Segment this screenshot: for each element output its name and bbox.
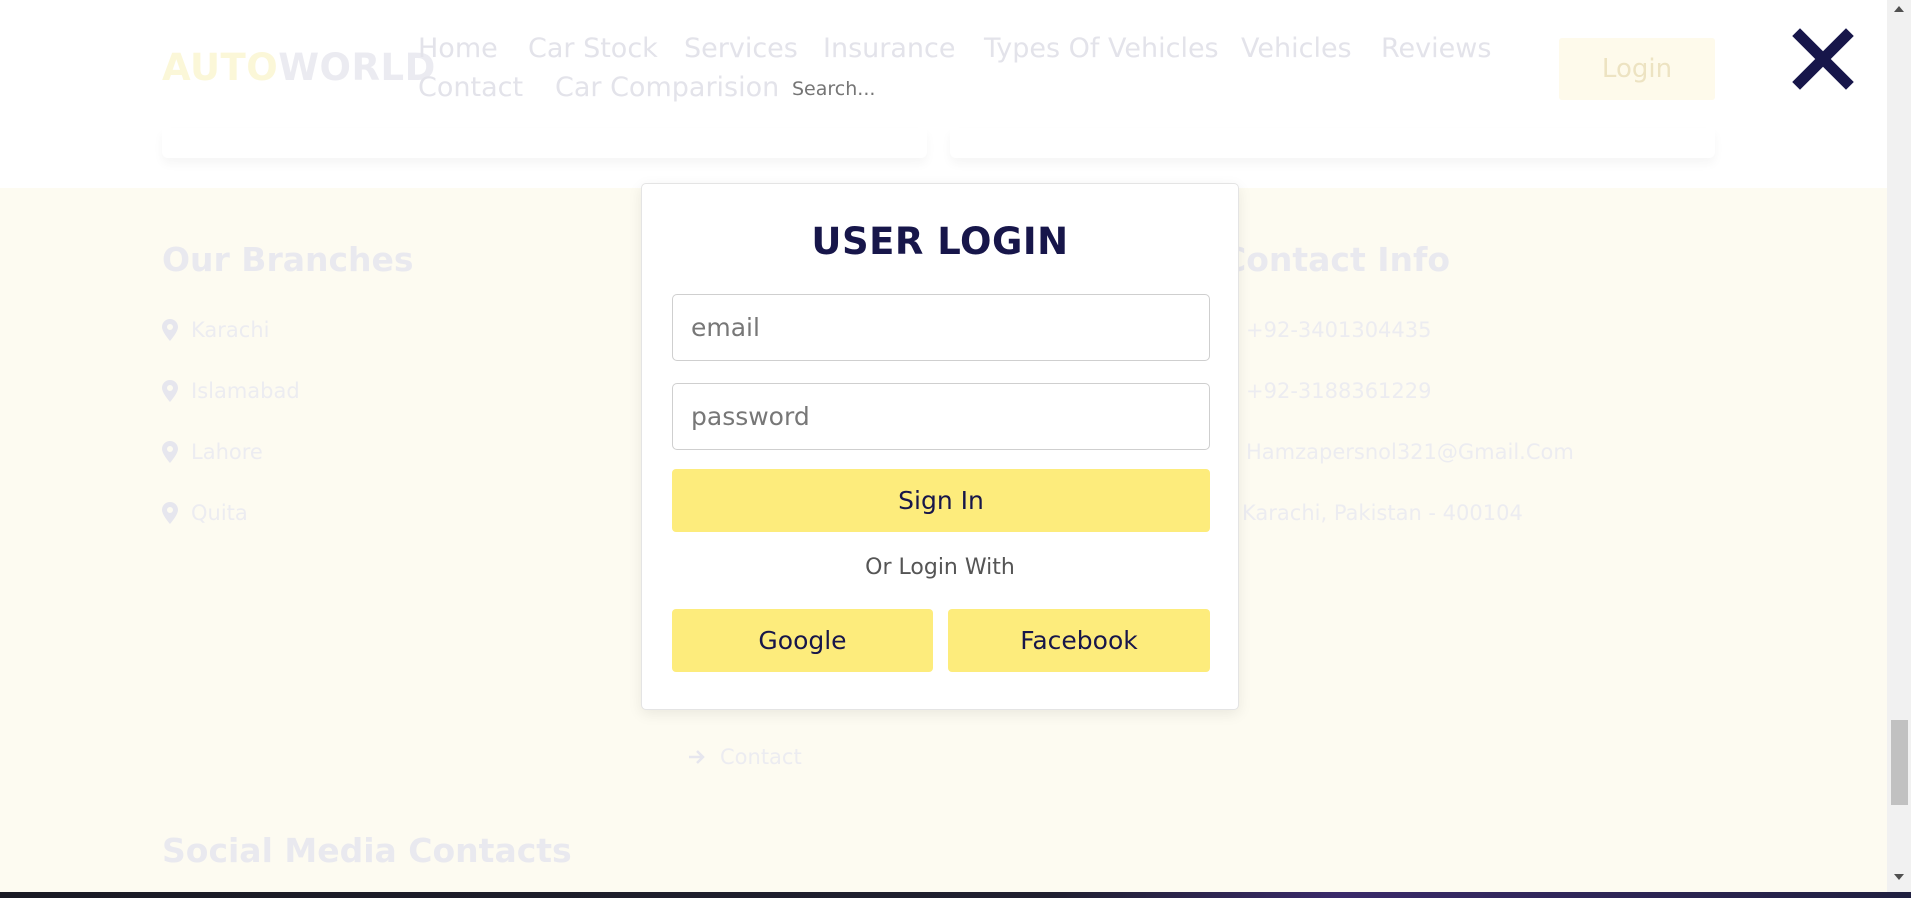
nav-services[interactable]: Services <box>684 33 798 64</box>
scroll-up-arrow-icon[interactable] <box>1894 6 1904 12</box>
map-pin-icon <box>162 380 178 402</box>
branch-item[interactable]: Quita <box>162 501 248 525</box>
or-login-with-text: Or Login With <box>865 555 1015 580</box>
contact-info-title: Contact Info <box>1222 240 1451 279</box>
site-logo[interactable]: AUTOWORLD <box>162 46 436 89</box>
password-field[interactable] <box>672 383 1210 450</box>
vertical-scrollbar[interactable] <box>1887 0 1911 892</box>
nav-home[interactable]: Home <box>418 33 498 64</box>
scroll-thumb[interactable] <box>1891 720 1908 805</box>
facebook-login-button[interactable]: Facebook <box>948 609 1210 672</box>
nav-reviews[interactable]: Reviews <box>1381 33 1491 64</box>
google-login-button[interactable]: Google <box>672 609 933 672</box>
branch-label: Quita <box>191 501 248 525</box>
site-header: AUTOWORLD Home Car Stock Services Insura… <box>0 0 1887 188</box>
scroll-down-arrow-icon[interactable] <box>1894 874 1904 880</box>
arrow-right-icon <box>689 750 705 764</box>
header-login-button[interactable]: Login <box>1559 38 1715 100</box>
branch-item[interactable]: Islamabad <box>162 379 300 403</box>
card-bottom-edge <box>162 128 927 158</box>
sign-in-button[interactable]: Sign In <box>672 469 1210 532</box>
branch-label: Islamabad <box>191 379 300 403</box>
login-modal: USER LOGIN Sign In Or Login With Google … <box>641 183 1239 710</box>
taskbar-edge <box>0 892 1911 898</box>
nav-contact[interactable]: Contact <box>418 72 523 103</box>
contact-address: Karachi, Pakistan - 400104 <box>1242 501 1523 525</box>
footer-link-contact[interactable]: Contact <box>688 745 802 769</box>
nav-insurance[interactable]: Insurance <box>823 33 955 64</box>
footer-link-label: Contact <box>720 745 802 769</box>
nav-car-stock[interactable]: Car Stock <box>528 33 658 64</box>
social-media-title: Social Media Contacts <box>162 831 572 870</box>
contact-email[interactable]: Hamzapersnol321@Gmail.Com <box>1246 440 1574 464</box>
branch-item[interactable]: Lahore <box>162 440 263 464</box>
contact-phone-2[interactable]: +92-3188361229 <box>1246 379 1432 403</box>
branches-title: Our Branches <box>162 240 414 279</box>
branch-label: Karachi <box>191 318 270 342</box>
modal-title: USER LOGIN <box>811 220 1069 263</box>
nav-car-comparision[interactable]: Car Comparision <box>555 72 779 103</box>
nav-vehicles[interactable]: Vehicles <box>1241 33 1352 64</box>
nav-types-of-vehicles[interactable]: Types Of Vehicles <box>984 33 1219 64</box>
map-pin-icon <box>162 502 178 524</box>
branch-item[interactable]: Karachi <box>162 318 269 342</box>
card-bottom-edge <box>950 128 1715 158</box>
contact-phone-1[interactable]: +92-3401304435 <box>1246 318 1432 342</box>
search-input[interactable] <box>792 78 932 100</box>
map-pin-icon <box>162 441 178 463</box>
logo-auto: AUTO <box>162 46 279 89</box>
map-pin-icon <box>162 319 178 341</box>
logo-world: WORLD <box>278 46 436 89</box>
email-field[interactable] <box>672 294 1210 361</box>
branch-label: Lahore <box>191 440 263 464</box>
close-x-icon[interactable] <box>1792 28 1854 90</box>
